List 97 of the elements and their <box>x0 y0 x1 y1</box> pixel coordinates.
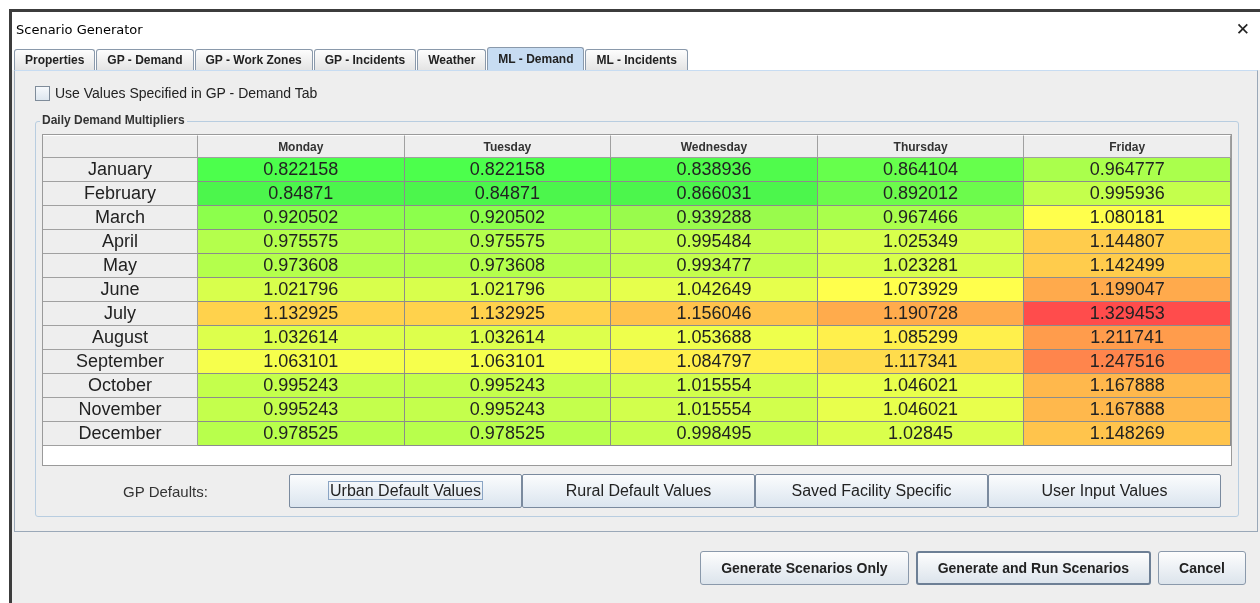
table-cell[interactable]: 1.063101 <box>404 350 612 374</box>
table-cell[interactable]: 1.046021 <box>817 398 1025 422</box>
table-cell[interactable]: 0.998495 <box>611 422 818 446</box>
table-cell[interactable]: 0.939288 <box>611 206 818 230</box>
table-cell[interactable]: 0.995243 <box>404 374 612 398</box>
tab[interactable]: GP - Incidents <box>313 49 417 70</box>
table-cell[interactable]: 0.864104 <box>817 158 1025 182</box>
table-cell[interactable]: 0.975575 <box>198 230 405 254</box>
table-cell[interactable]: 1.211741 <box>1024 326 1231 350</box>
row-header: April <box>43 230 198 254</box>
group-title: Daily Demand Multipliers <box>40 113 187 127</box>
table-cell[interactable]: 0.995243 <box>198 398 405 422</box>
dialog-button[interactable]: Generate Scenarios Only <box>700 550 909 585</box>
table-cell[interactable]: 1.080181 <box>1024 206 1231 230</box>
column-header: Friday <box>1024 135 1231 158</box>
table-cell[interactable]: 1.023281 <box>817 254 1025 278</box>
table-cell[interactable]: 1.02845 <box>817 422 1025 446</box>
table-cell[interactable]: 1.329453 <box>1024 302 1231 326</box>
table-cell[interactable]: 1.015554 <box>611 398 818 422</box>
table-cell[interactable]: 0.973608 <box>404 254 612 278</box>
table-cell[interactable]: 1.142499 <box>1024 254 1231 278</box>
tab[interactable]: GP - Work Zones <box>194 49 313 70</box>
table-cell[interactable]: 1.021796 <box>198 278 405 302</box>
row-header: March <box>43 206 198 230</box>
table-cell[interactable]: 0.892012 <box>817 182 1025 206</box>
column-header: Tuesday <box>404 135 612 158</box>
table-cell[interactable]: 0.978525 <box>198 422 405 446</box>
gp-defaults-label: GP Defaults: <box>122 482 209 500</box>
row-header: June <box>43 278 198 302</box>
dialog-button[interactable]: Cancel <box>1158 550 1246 585</box>
column-header: Monday <box>198 135 405 158</box>
tab[interactable]: Weather <box>417 49 487 70</box>
tab[interactable]: Properties <box>14 49 96 70</box>
table-cell[interactable]: 0.866031 <box>611 182 818 206</box>
row-header: February <box>43 182 198 206</box>
row-header: May <box>43 254 198 278</box>
table-cell[interactable]: 0.964777 <box>1024 158 1231 182</box>
table-cell[interactable]: 0.822158 <box>404 158 612 182</box>
row-header: December <box>43 422 198 446</box>
table-cell[interactable]: 1.063101 <box>198 350 405 374</box>
table-cell[interactable]: 0.995243 <box>404 398 612 422</box>
table-cell[interactable]: 0.84871 <box>404 182 612 206</box>
table-cell[interactable]: 0.920502 <box>198 206 405 230</box>
table-cell[interactable]: 1.032614 <box>404 326 612 350</box>
table-cell[interactable]: 0.920502 <box>404 206 612 230</box>
table-cell[interactable]: 1.015554 <box>611 374 818 398</box>
table-cell[interactable]: 0.995243 <box>198 374 405 398</box>
table-cell[interactable]: 1.199047 <box>1024 278 1231 302</box>
dialog-button[interactable]: Generate and Run Scenarios <box>915 550 1152 585</box>
table-cell[interactable]: 1.073929 <box>817 278 1025 302</box>
table-cell[interactable]: 1.247516 <box>1024 350 1231 374</box>
defaults-button[interactable]: User Input Values <box>988 474 1221 508</box>
window-title: Scenario Generator <box>16 21 143 37</box>
table-cell[interactable]: 1.046021 <box>817 374 1025 398</box>
table-cell[interactable]: 1.190728 <box>817 302 1025 326</box>
column-header: Wednesday <box>611 135 818 158</box>
table-cell[interactable]: 1.117341 <box>817 350 1025 374</box>
defaults-button[interactable]: Urban Default Values <box>289 474 522 508</box>
table-cell[interactable]: 0.995484 <box>611 230 818 254</box>
row-header: July <box>43 302 198 326</box>
table-cell[interactable]: 1.085299 <box>817 326 1025 350</box>
table-cell[interactable]: 0.978525 <box>404 422 612 446</box>
tab[interactable]: ML - Demand <box>487 47 585 70</box>
tab[interactable]: GP - Demand <box>96 49 194 70</box>
table-cell[interactable]: 1.032614 <box>198 326 405 350</box>
table-cell[interactable]: 0.995936 <box>1024 182 1231 206</box>
row-header: October <box>43 374 198 398</box>
table-cell[interactable]: 1.132925 <box>198 302 405 326</box>
table-cell[interactable]: 0.993477 <box>611 254 818 278</box>
checkbox-label: Use Values Specified in GP - Demand Tab <box>55 85 318 101</box>
table-cell[interactable]: 1.021796 <box>404 278 612 302</box>
row-header: November <box>43 398 198 422</box>
defaults-button[interactable]: Rural Default Values <box>522 474 755 508</box>
table-cell[interactable]: 1.042649 <box>611 278 818 302</box>
tab[interactable]: ML - Incidents <box>585 49 688 70</box>
row-header: September <box>43 350 198 374</box>
table-cell[interactable]: 0.822158 <box>198 158 405 182</box>
row-header: January <box>43 158 198 182</box>
close-button[interactable]: ✕ <box>1235 19 1250 39</box>
table-cell[interactable]: 1.167888 <box>1024 398 1231 422</box>
row-header: August <box>43 326 198 350</box>
table-cell[interactable]: 1.132925 <box>404 302 612 326</box>
table-cell[interactable]: 0.975575 <box>404 230 612 254</box>
table-cell[interactable]: 0.838936 <box>611 158 818 182</box>
table-cell[interactable]: 0.84871 <box>198 182 405 206</box>
defaults-button[interactable]: Saved Facility Specific <box>755 474 988 508</box>
table-cell[interactable]: 1.084797 <box>611 350 818 374</box>
table-cell[interactable]: 1.148269 <box>1024 422 1231 446</box>
table-cell[interactable]: 1.167888 <box>1024 374 1231 398</box>
checkbox[interactable] <box>35 85 50 101</box>
table-cell[interactable]: 1.053688 <box>611 326 818 350</box>
table-cell[interactable]: 0.973608 <box>198 254 405 278</box>
table-cell[interactable]: 1.156046 <box>611 302 818 326</box>
column-header: Thursday <box>817 135 1025 158</box>
table-cell[interactable]: 1.025349 <box>817 230 1025 254</box>
table-cell[interactable]: 1.144807 <box>1024 230 1231 254</box>
table-cell[interactable]: 0.967466 <box>817 206 1025 230</box>
